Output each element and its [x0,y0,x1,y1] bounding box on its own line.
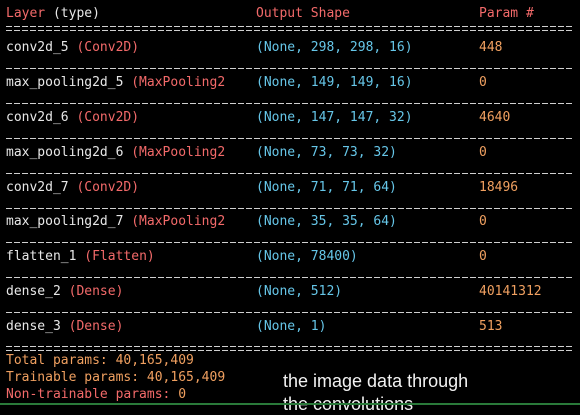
trainable-params-label: Trainable params: [6,370,140,385]
layer-output-shape: (None, 512) [256,284,343,299]
layer-param-count: 0 [479,75,487,90]
layer-name: max_pooling2d_5 [6,75,124,90]
layer-name: max_pooling2d_7 [6,214,124,229]
layer-name: dense_3 [6,319,61,334]
total-params: Total params: 40,165,409 [6,353,194,369]
layer-output-shape: (None, 147, 147, 32) [256,110,413,125]
row-separator [6,135,574,141]
layer-type: (MaxPooling2 [131,75,226,90]
layer-name: max_pooling2d_6 [6,145,124,160]
layer-type: (Dense) [68,284,124,299]
layer-type: (Conv2D) [76,110,140,125]
layer-param-count: 0 [479,145,487,160]
layer-type: (MaxPooling2 [131,214,226,229]
layer-row-name: conv2d_6 (Conv2D) [6,110,139,126]
layer-output-shape: (None, 71, 71, 64) [256,180,397,195]
layer-row-name: conv2d_7 (Conv2D) [6,180,139,196]
layer-type: (MaxPooling2 [131,145,226,160]
layer-type: (Flatten) [84,249,155,264]
header-type-label: (type) [52,6,100,21]
layer-row-name: max_pooling2d_6 (MaxPooling2 [6,145,225,161]
header-layer: Layer (type) [6,6,100,22]
layer-output-shape: (None, 35, 35, 64) [256,214,397,229]
non-trainable-params: Non-trainable params: 0 [6,387,186,403]
non-trainable-params-value: 0 [178,387,187,402]
layer-output-shape: (None, 298, 298, 16) [256,40,413,55]
layer-type: (Conv2D) [76,40,140,55]
total-params-value: 40,165,409 [115,353,194,368]
layer-row-name: max_pooling2d_5 (MaxPooling2 [6,75,225,91]
layer-row-name: dense_3 (Dense) [6,319,123,335]
layer-param-count: 40141312 [479,284,542,299]
layer-output-shape: (None, 78400) [256,249,358,264]
layer-row-name: max_pooling2d_7 (MaxPooling2 [6,214,225,230]
layer-param-count: 448 [479,40,503,55]
row-separator [6,309,574,315]
trainable-params: Trainable params: 40,165,409 [6,370,225,386]
layer-row-name: conv2d_5 (Conv2D) [6,40,139,56]
layer-output-shape: (None, 1) [256,319,327,334]
layer-row-name: flatten_1 (Flatten) [6,249,155,265]
layer-name: flatten_1 [6,249,77,264]
row-separator [6,274,574,280]
layer-name: conv2d_6 [6,110,69,125]
layer-name: conv2d_7 [6,180,69,195]
layer-param-count: 0 [479,214,487,229]
layer-name: conv2d_5 [6,40,69,55]
layer-output-shape: (None, 149, 149, 16) [256,75,413,90]
layer-type: (Dense) [68,319,124,334]
layer-type: (Conv2D) [76,180,140,195]
row-separator [6,100,574,106]
header-param: Param # [479,6,534,21]
layer-name: dense_2 [6,284,61,299]
header-layer-label: Layer [6,6,46,21]
trainable-params-value: 40,165,409 [146,370,226,385]
row-separator [6,65,574,71]
layer-param-count: 0 [479,249,487,264]
row-separator [6,239,574,245]
layer-param-count: 513 [479,319,503,334]
layer-output-shape: (None, 73, 73, 32) [256,145,397,160]
row-separator [6,170,574,176]
video-caption-line1: the image data through [283,371,469,391]
layer-param-count: 4640 [479,110,511,125]
total-params-label: Total params: [6,353,108,368]
layer-row-name: dense_2 (Dense) [6,284,123,300]
non-trainable-params-label: Non-trainable params: [6,387,171,402]
header-separator [6,24,574,34]
header-output-shape: Output Shape [256,6,350,21]
row-separator [6,205,574,211]
layer-param-count: 18496 [479,180,519,195]
